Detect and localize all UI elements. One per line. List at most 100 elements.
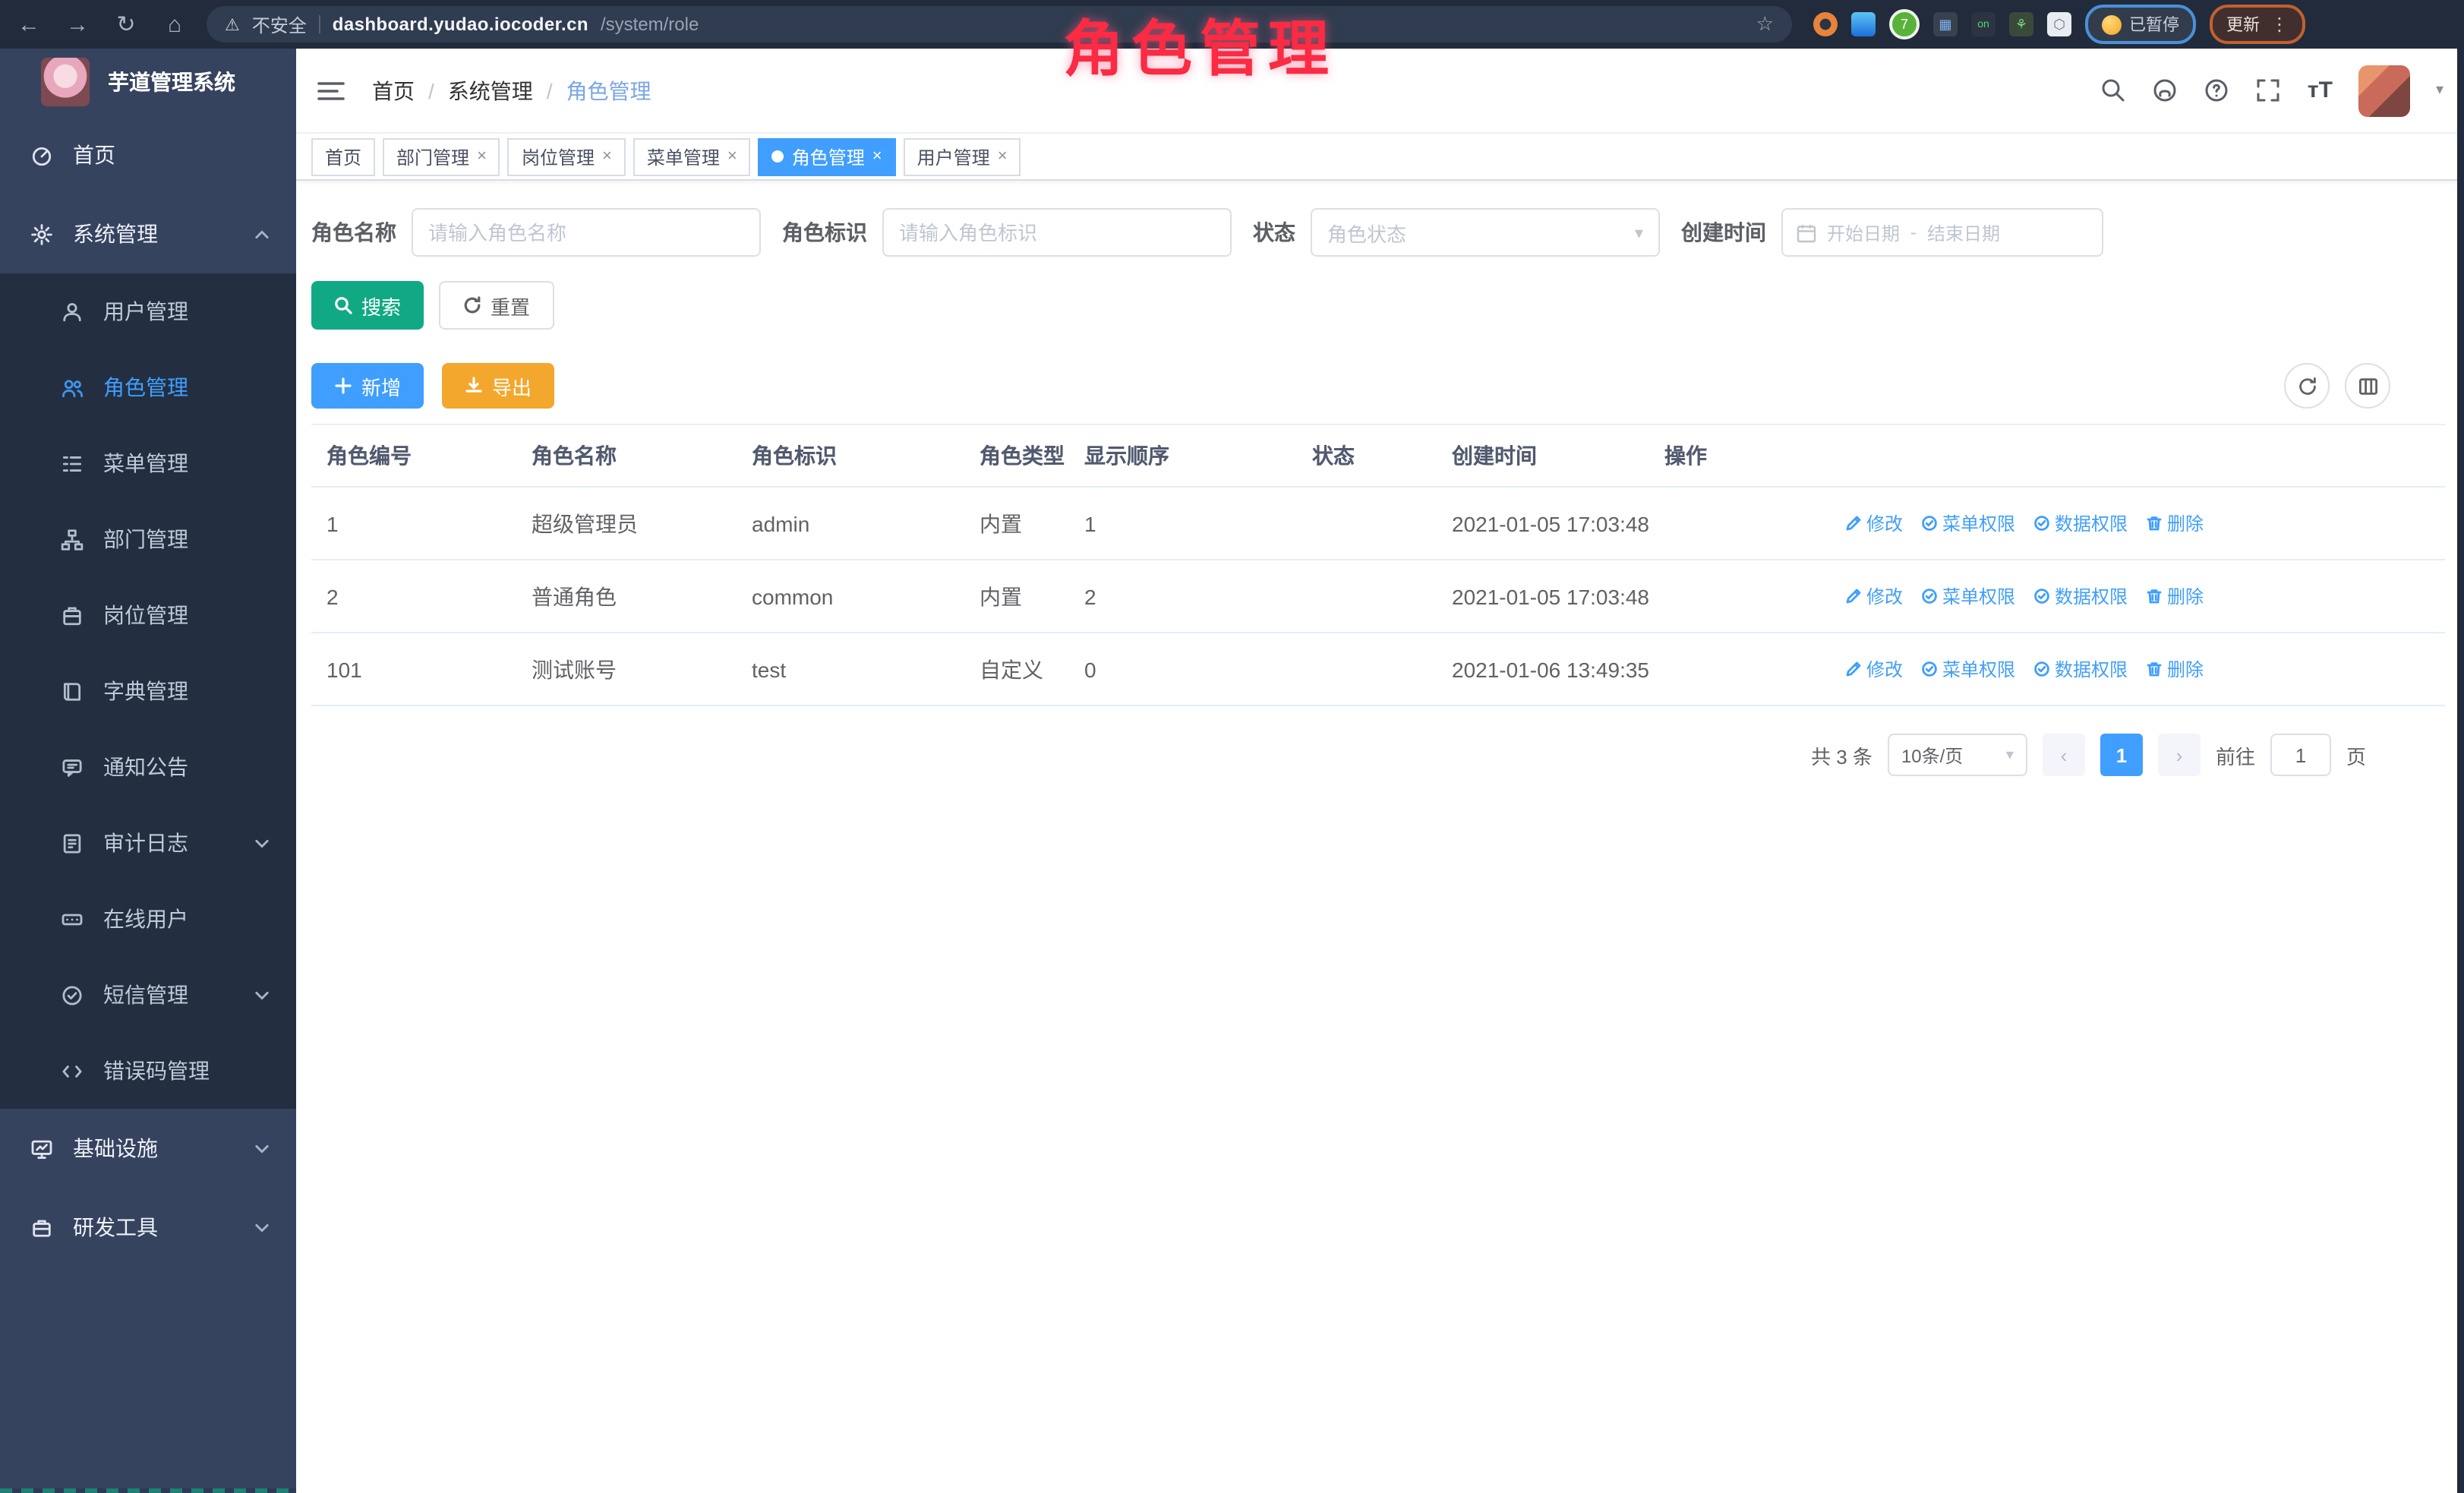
github-icon[interactable] (2153, 77, 2178, 103)
data-permission-link[interactable]: 数据权限 (2033, 656, 2128, 682)
data-permission-link[interactable]: 数据权限 (2033, 583, 2128, 609)
update-button[interactable]: 更新 ⋮ (2210, 5, 2305, 44)
help-icon[interactable] (2204, 77, 2230, 103)
user-avatar[interactable] (2358, 65, 2410, 116)
sidebar-item-dict[interactable]: 字典管理 (0, 653, 296, 729)
close-icon[interactable]: × (727, 147, 737, 166)
reload-icon[interactable]: ↻ (109, 11, 143, 38)
extension-toolbar: 7 ▦ on ⚘ ⬡ 已暂停 更新 ⋮ (1813, 5, 2305, 44)
export-button[interactable]: 导出 (442, 363, 554, 409)
page-number-current[interactable]: 1 (2100, 734, 2143, 776)
menu-permission-link[interactable]: 菜单权限 (1921, 510, 2015, 536)
total-count: 共 3 条 (1811, 740, 1872, 769)
sidebar-item-system[interactable]: 系统管理 (0, 194, 296, 273)
delete-link[interactable]: 删除 (2146, 656, 2204, 682)
toolbox-icon (30, 1216, 53, 1239)
add-button[interactable]: 新增 (311, 363, 424, 409)
font-size-icon[interactable]: ᴛT (2308, 77, 2333, 103)
navbar: 首页 / 系统管理 / 角色管理 ᴛT ▾ (296, 49, 2464, 134)
extension-icon[interactable]: ▦ (1933, 12, 1958, 36)
back-icon[interactable]: ← (12, 11, 46, 37)
hamburger-icon[interactable] (317, 80, 345, 101)
fullscreen-icon[interactable] (2256, 77, 2282, 103)
role-type: 内置 (964, 581, 1069, 611)
close-icon[interactable]: × (998, 147, 1008, 166)
edit-link[interactable]: 修改 (1845, 583, 1903, 609)
breadcrumb-home[interactable]: 首页 (372, 75, 415, 106)
table-header-row: 角色编号 角色名称 角色标识 角色类型 显示顺序 状态 创建时间 操作 (311, 425, 2445, 488)
sidebar-item-error-code[interactable]: 错误码管理 (0, 1033, 296, 1109)
address-bar[interactable]: ⚠ 不安全 dashboard.yudao.iocoder.cn /system… (207, 6, 1792, 43)
breadcrumb-current: 角色管理 (566, 75, 651, 106)
role-name: 超级管理员 (516, 508, 737, 538)
sidebar-item-home[interactable]: 首页 (0, 115, 296, 194)
goto-page-input[interactable] (2270, 734, 2331, 776)
sidebar-item-roles[interactable]: 角色管理 (0, 349, 296, 425)
calendar-icon (1797, 223, 1816, 242)
app-logo-row[interactable]: 芋道管理系统 (0, 49, 296, 115)
sidebar-item-notice[interactable]: 通知公告 (0, 729, 296, 805)
role-code-input[interactable] (882, 208, 1232, 257)
user-icon (61, 300, 84, 323)
next-page-button[interactable]: › (2158, 734, 2201, 776)
extensions-puzzle-icon[interactable]: ⬡ (2047, 12, 2071, 36)
tab-roles[interactable]: 角色管理× (759, 137, 896, 175)
refresh-table-button[interactable] (2284, 363, 2330, 409)
tab-users[interactable]: 用户管理× (904, 137, 1021, 175)
role-name: 测试账号 (516, 654, 737, 684)
tab-menus[interactable]: 菜单管理× (633, 137, 751, 175)
menu-permission-link[interactable]: 菜单权限 (1921, 656, 2015, 682)
avatar-caret-icon[interactable]: ▾ (2436, 82, 2443, 99)
extension-icon[interactable] (1851, 12, 1876, 36)
tab-departments[interactable]: 部门管理× (383, 137, 500, 175)
sidebar-item-online-users[interactable]: 在线用户 (0, 881, 296, 957)
extension-icon[interactable]: on (1971, 12, 1995, 36)
data-permission-link[interactable]: 数据权限 (2033, 510, 2128, 536)
bookmark-star-icon[interactable]: ☆ (1756, 12, 1774, 36)
search-icon[interactable] (2101, 77, 2127, 103)
reset-button[interactable]: 重置 (439, 281, 554, 330)
extension-icon[interactable]: 7 (1889, 9, 1920, 39)
breadcrumb-system[interactable]: 系统管理 (448, 75, 533, 106)
paused-badge[interactable]: 已暂停 (2085, 5, 2196, 44)
close-icon[interactable]: × (602, 147, 612, 166)
close-icon[interactable]: × (477, 147, 487, 166)
home-icon[interactable]: ⌂ (158, 11, 191, 37)
sidebar-item-infrastructure[interactable]: 基础设施 (0, 1109, 296, 1188)
sidebar-item-posts[interactable]: 岗位管理 (0, 577, 296, 653)
column-settings-button[interactable] (2345, 363, 2390, 409)
prev-page-button[interactable]: ‹ (2043, 734, 2085, 776)
menu-permission-link[interactable]: 菜单权限 (1921, 583, 2015, 609)
delete-link[interactable]: 删除 (2146, 583, 2204, 609)
tab-posts[interactable]: 岗位管理× (508, 137, 626, 175)
role-code: admin (737, 511, 964, 535)
edit-link[interactable]: 修改 (1845, 510, 1903, 536)
date-range-picker[interactable]: 开始日期 - 结束日期 (1781, 208, 2103, 257)
extension-icon[interactable] (1813, 12, 1838, 36)
close-icon[interactable]: × (872, 147, 882, 166)
sidebar-item-menus[interactable]: 菜单管理 (0, 425, 296, 501)
app-logo-image (41, 58, 90, 106)
sidebar-item-sms[interactable]: 短信管理 (0, 957, 296, 1033)
edit-icon (1845, 588, 1862, 604)
sidebar-item-departments[interactable]: 部门管理 (0, 501, 296, 577)
page-size-select[interactable]: 10条/页 ▾ (1888, 734, 2027, 776)
role-name-input[interactable] (412, 208, 761, 257)
forward-icon[interactable]: → (61, 11, 94, 37)
sidebar-item-users[interactable]: 用户管理 (0, 273, 296, 349)
chevron-down-icon: ▾ (2006, 746, 2014, 763)
status-select[interactable]: 角色状态 ▾ (1311, 208, 1660, 257)
extension-icon[interactable]: ⚘ (2009, 12, 2033, 36)
create-time: 2021-01-05 17:03:48 (1437, 511, 1649, 535)
trash-icon (2146, 661, 2163, 677)
delete-link[interactable]: 删除 (2146, 510, 2204, 536)
sidebar-item-dev-tools[interactable]: 研发工具 (0, 1188, 296, 1267)
tab-home[interactable]: 首页 (311, 137, 375, 175)
circle-check-icon (2033, 515, 2050, 532)
browser-menu-dots-icon[interactable]: ⋮ (2270, 14, 2289, 35)
edit-link[interactable]: 修改 (1845, 656, 1903, 682)
sidebar-item-audit-log[interactable]: 审计日志 (0, 805, 296, 881)
filter-role-name: 角色名称 (311, 208, 761, 257)
url-path: /system/role (601, 14, 699, 35)
search-button[interactable]: 搜索 (311, 281, 424, 330)
